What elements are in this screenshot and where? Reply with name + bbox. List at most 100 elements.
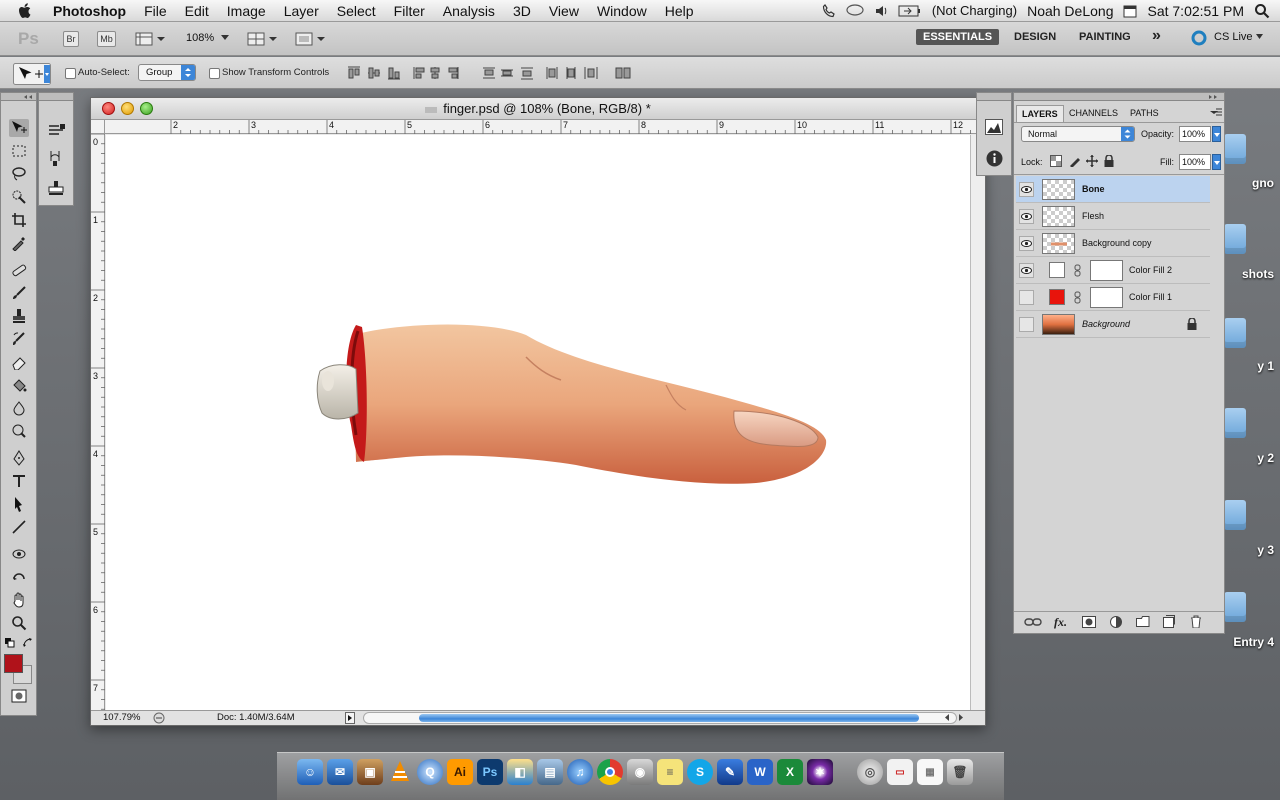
- tool-presets-icon[interactable]: [47, 121, 67, 139]
- brush-presets-icon[interactable]: [47, 149, 67, 167]
- layer-name[interactable]: Background copy: [1082, 238, 1152, 248]
- 3d-rotate-tool-icon[interactable]: [9, 545, 29, 563]
- visibility-toggle[interactable]: [1019, 317, 1034, 332]
- visibility-eye-icon[interactable]: [1019, 182, 1034, 197]
- 3d-orbit-tool-icon[interactable]: [9, 568, 29, 586]
- menu-3d[interactable]: 3D: [504, 3, 540, 19]
- menu-filter[interactable]: Filter: [385, 3, 434, 19]
- menu-layer[interactable]: Layer: [275, 3, 328, 19]
- itunes-icon[interactable]: ♫: [567, 759, 593, 785]
- fill-color-swatch[interactable]: [1049, 262, 1065, 278]
- history-brush-tool-icon[interactable]: [9, 330, 29, 348]
- crop-tool-icon[interactable]: [9, 211, 29, 229]
- layer-name[interactable]: Color Fill 1: [1129, 292, 1172, 302]
- chat-bubble-icon[interactable]: [846, 3, 864, 18]
- user-name[interactable]: Noah DeLong: [1027, 3, 1113, 19]
- workspace-painting[interactable]: PAINTING: [1079, 31, 1131, 43]
- layer-row-background-copy[interactable]: Background copy: [1016, 230, 1210, 257]
- quick-selection-tool-icon[interactable]: [9, 188, 29, 206]
- menu-edit[interactable]: Edit: [176, 3, 218, 19]
- visibility-eye-icon[interactable]: [1019, 263, 1034, 278]
- scroll-right-arrow-icon[interactable]: [957, 713, 965, 722]
- panel-header[interactable]: [1014, 93, 1224, 101]
- opacity-input[interactable]: 100%: [1179, 126, 1211, 142]
- path-selection-tool-icon[interactable]: [9, 495, 29, 513]
- cs-live-icon[interactable]: [1191, 30, 1207, 46]
- fill-color-swatch[interactable]: [1049, 289, 1065, 305]
- layer-row-background[interactable]: Background: [1016, 311, 1210, 338]
- pen-tool-icon[interactable]: [9, 449, 29, 467]
- illustrator-icon[interactable]: Ai: [447, 759, 473, 785]
- menu-window[interactable]: Window: [588, 3, 656, 19]
- view-extras-button[interactable]: [135, 31, 167, 47]
- info-icon[interactable]: [986, 150, 1003, 167]
- preview-icon[interactable]: ▤: [537, 759, 563, 785]
- blur-tool-icon[interactable]: [9, 399, 29, 417]
- zoom-window-button[interactable]: [140, 102, 153, 115]
- blend-mode-dropdown[interactable]: Normal: [1021, 126, 1135, 142]
- document-stack-icon[interactable]: ▭: [887, 759, 913, 785]
- dodge-tool-icon[interactable]: [9, 422, 29, 440]
- volume-icon[interactable]: [874, 4, 888, 18]
- zoom-tool-icon[interactable]: [9, 614, 29, 632]
- menu-help[interactable]: Help: [656, 3, 703, 19]
- move-tool-preset-picker[interactable]: [13, 63, 51, 85]
- apple-icon[interactable]: [0, 2, 44, 19]
- layer-row-flesh[interactable]: Flesh: [1016, 203, 1210, 230]
- line-tool-icon[interactable]: [9, 518, 29, 536]
- auto-select-dropdown[interactable]: Group: [138, 64, 196, 81]
- link-layers-icon[interactable]: [1024, 616, 1042, 628]
- move-tool-icon[interactable]: [9, 119, 29, 137]
- auto-align-layers-button[interactable]: [614, 65, 632, 81]
- menu-view[interactable]: View: [540, 3, 588, 19]
- lock-all-icon[interactable]: [1104, 155, 1114, 167]
- panel-menu-icon[interactable]: [1210, 107, 1222, 117]
- document-proxy-icon[interactable]: [425, 106, 438, 113]
- lock-pixels-icon[interactable]: [1069, 155, 1081, 167]
- screen-mode-button[interactable]: [295, 31, 327, 47]
- hand-tool-icon[interactable]: [9, 591, 29, 609]
- adjustment-layer-icon[interactable]: [1110, 616, 1122, 628]
- layer-name[interactable]: Color Fill 2: [1129, 265, 1172, 275]
- healing-brush-tool-icon[interactable]: [9, 261, 29, 279]
- front-row-icon[interactable]: ✶: [807, 759, 833, 785]
- vlc-icon[interactable]: [387, 759, 413, 785]
- vertical-scrollbar[interactable]: [970, 135, 985, 710]
- workspace-design[interactable]: DESIGN: [1014, 31, 1056, 43]
- downloads-stack-icon[interactable]: ▦: [917, 759, 943, 785]
- opacity-dropdown-icon[interactable]: [1212, 126, 1221, 142]
- eraser-tool-icon[interactable]: [9, 353, 29, 371]
- calendar-icon[interactable]: [1123, 4, 1137, 18]
- status-menu-arrow-icon[interactable]: [345, 712, 355, 724]
- visibility-eye-icon[interactable]: [1019, 209, 1034, 224]
- auto-select-checkbox[interactable]: [65, 68, 76, 79]
- desktop-folder-icon[interactable]: [1224, 592, 1246, 622]
- tab-channels[interactable]: CHANNELS: [1064, 105, 1123, 122]
- menu-analysis[interactable]: Analysis: [434, 3, 504, 19]
- minimize-window-button[interactable]: [121, 102, 134, 115]
- desktop-folder-icon[interactable]: [1224, 408, 1246, 438]
- zoom-dropdown-icon[interactable]: [221, 35, 229, 40]
- spotlight-search-icon[interactable]: [1254, 3, 1270, 19]
- more-workspaces-icon[interactable]: »: [1152, 27, 1161, 45]
- close-window-button[interactable]: [102, 102, 115, 115]
- lasso-tool-icon[interactable]: [9, 165, 29, 183]
- layer-row-bone[interactable]: Bone: [1016, 176, 1210, 203]
- stickies-icon[interactable]: ≡: [657, 759, 683, 785]
- tab-paths[interactable]: PATHS: [1125, 105, 1164, 122]
- status-zoom[interactable]: 107.79%: [103, 712, 141, 723]
- finder-icon[interactable]: ☺: [297, 759, 323, 785]
- word-2-icon[interactable]: W: [747, 759, 773, 785]
- layer-name[interactable]: Bone: [1082, 184, 1105, 194]
- fill-dropdown-icon[interactable]: [1212, 154, 1221, 170]
- desktop-folder-icon[interactable]: [1224, 500, 1246, 530]
- menu-file[interactable]: File: [135, 3, 176, 19]
- layer-mask-thumbnail[interactable]: [1090, 287, 1123, 308]
- scroll-left-arrow-icon[interactable]: [943, 713, 951, 722]
- delete-layer-trash-icon[interactable]: [1190, 615, 1202, 628]
- battery-icon[interactable]: [898, 5, 922, 17]
- horizontal-scrollbar[interactable]: [363, 712, 957, 724]
- layer-style-fx-icon[interactable]: fx.: [1054, 615, 1067, 630]
- default-colors-icon[interactable]: [5, 638, 15, 648]
- phone-icon[interactable]: [822, 3, 836, 18]
